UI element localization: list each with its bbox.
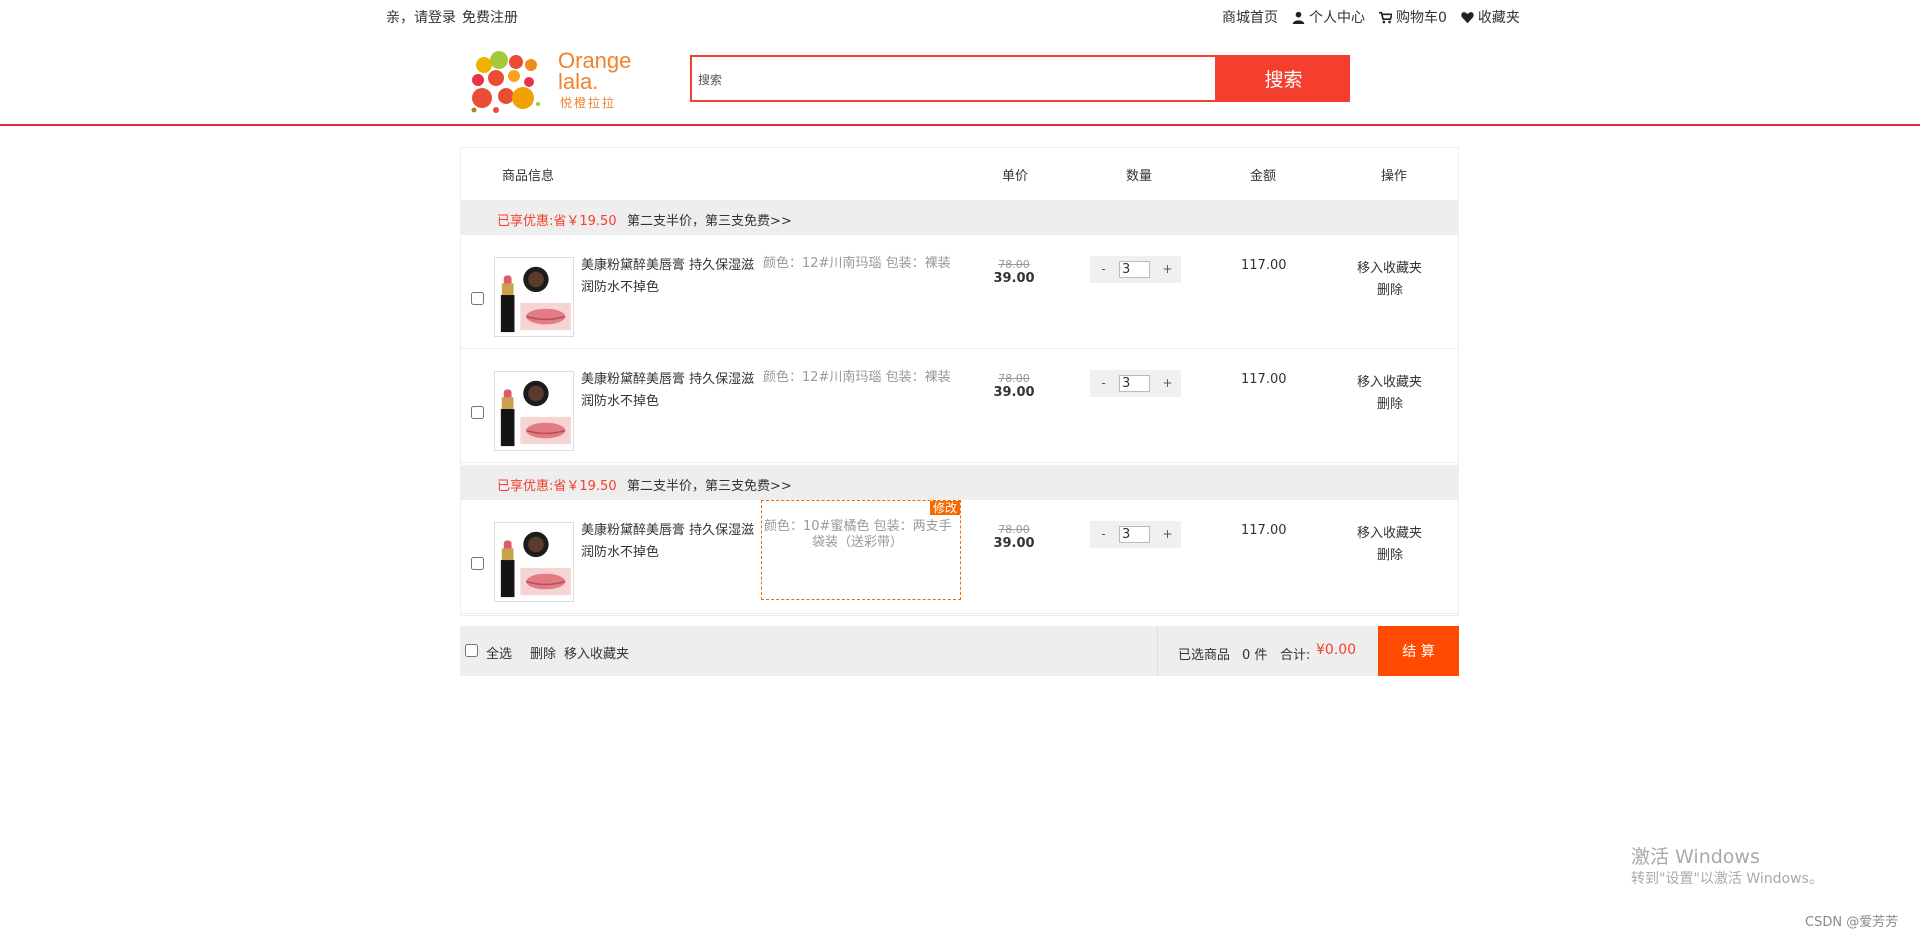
login-link[interactable]: 亲，请登录 — [386, 10, 456, 26]
promo-bar: 已享优惠:省￥19.50 第二支半价，第三支免费>> — [461, 465, 1458, 500]
move-to-favorites-link[interactable]: 移入收藏夹 — [1357, 257, 1422, 276]
select-all-label[interactable]: 全选 — [486, 643, 512, 662]
promo-offer-link[interactable]: 第二支半价，第三支免费>> — [627, 210, 792, 229]
heart-icon — [1461, 11, 1474, 23]
product-thumbnail[interactable] — [494, 522, 574, 602]
product-name-link[interactable]: 美康粉黛醉美唇膏 持久保湿滋润防水不掉色 — [581, 255, 757, 299]
logo-line1: Orange — [558, 48, 632, 73]
quantity-stepper: - 3 + — [1090, 370, 1181, 397]
delete-link[interactable]: 删除 — [1377, 393, 1403, 412]
product-thumbnail[interactable] — [494, 257, 574, 337]
product-name-link[interactable]: 美康粉黛醉美唇膏 持久保湿滋润防水不掉色 — [581, 520, 757, 564]
item-checkbox[interactable] — [471, 292, 484, 305]
unit-price: 39.00 — [993, 536, 1035, 551]
checkout-button[interactable]: 结 算 — [1378, 626, 1459, 676]
login-area: 亲，请登录 免费注册 — [386, 7, 524, 27]
total-amount: ¥0.00 — [1316, 642, 1357, 658]
product-thumbnail[interactable] — [494, 371, 574, 451]
cart-item: 美康粉黛醉美唇膏 持久保湿滋润防水不掉色 颜色：12#川南玛瑙 包装：裸装 78… — [461, 235, 1458, 349]
original-price: 78.00 — [998, 372, 1030, 385]
qty-decrease-button[interactable]: - — [1090, 256, 1117, 283]
cart-column-headers: 商品信息 单价 数量 金额 操作 — [461, 148, 1458, 200]
activation-watermark-title: 激活 Windows — [1631, 846, 1760, 868]
cart-link[interactable]: 购物车0 — [1379, 7, 1447, 27]
unit-price: 39.00 — [993, 385, 1035, 400]
quantity-stepper: - 3 + — [1090, 256, 1181, 283]
qty-increase-button[interactable]: + — [1154, 370, 1181, 397]
bulk-delete-link[interactable]: 删除 — [530, 643, 556, 662]
cart-label: 购物车0 — [1396, 10, 1447, 26]
qty-input[interactable]: 3 — [1119, 375, 1150, 392]
selected-label: 已选商品 — [1178, 648, 1231, 663]
original-price: 78.00 — [998, 523, 1030, 536]
lipstick-image — [500, 266, 572, 333]
logo-subtitle: 悦橙拉拉 — [560, 96, 617, 110]
lipstick-image — [500, 531, 572, 598]
select-all-checkbox[interactable] — [465, 644, 478, 657]
promo-discount: 已享优惠:省￥19.50 — [497, 479, 617, 494]
item-amount: 117.00 — [1241, 523, 1287, 538]
quantity-stepper: - 3 + — [1090, 521, 1181, 548]
promo-bar: 已享优惠:省￥19.50 第二支半价，第三支免费>> — [461, 200, 1458, 235]
search-box — [690, 55, 1217, 102]
selected-count: 0 件 — [1242, 648, 1268, 663]
home-link[interactable]: 商城首页 — [1222, 7, 1278, 27]
item-amount: 117.00 — [1241, 372, 1287, 387]
csdn-credit: CSDN @爱芳芳 — [1805, 915, 1899, 930]
cart-footer: 全选 删除 移入收藏夹 已选商品 0 件 合计: ¥0.00 结 算 — [460, 626, 1459, 676]
spec-edit-box[interactable]: 颜色：10#蜜橘色 包装：两支手 袋装（送彩带） 修改 — [761, 500, 961, 600]
favorites-label: 收藏夹 — [1477, 10, 1520, 26]
item-checkbox[interactable] — [471, 557, 484, 570]
cart-icon — [1379, 11, 1392, 23]
col-amount: 金额 — [1250, 169, 1277, 184]
cart-table: 商品信息 单价 数量 金额 操作 已享优惠:省￥19.50 第二支半价，第三支免… — [460, 147, 1459, 616]
logo-text: Orange lala. — [558, 48, 632, 94]
user-center-label: 个人中心 — [1309, 10, 1365, 26]
favorites-link[interactable]: 收藏夹 — [1461, 7, 1520, 27]
item-checkbox[interactable] — [471, 406, 484, 419]
move-to-favorites-link[interactable]: 移入收藏夹 — [1357, 371, 1422, 390]
promo-offer-link[interactable]: 第二支半价，第三支免费>> — [627, 475, 792, 494]
original-price: 78.00 — [998, 258, 1030, 271]
qty-input[interactable]: 3 — [1119, 526, 1150, 543]
logo-line2: lala. — [558, 69, 599, 94]
total-label: 合计: — [1280, 648, 1311, 663]
product-name-link[interactable]: 美康粉黛醉美唇膏 持久保湿滋润防水不掉色 — [581, 369, 757, 413]
lipstick-image — [500, 380, 572, 447]
search-input[interactable] — [692, 57, 1200, 102]
product-spec: 颜色：12#川南玛瑙 包装：裸装 — [763, 256, 951, 271]
product-spec: 颜色：10#蜜橘色 包装：两支手 袋装（送彩带） — [764, 519, 958, 551]
top-bar: 亲，请登录 免费注册 商城首页 个人中心 购物车0 收藏夹 — [0, 0, 1920, 34]
unit-price: 39.00 — [993, 271, 1035, 286]
home-link-label: 商城首页 — [1222, 10, 1278, 26]
user-center-link[interactable]: 个人中心 — [1292, 7, 1365, 27]
register-link[interactable]: 免费注册 — [462, 10, 518, 26]
user-icon — [1292, 11, 1305, 24]
col-quantity: 数量 — [1126, 169, 1153, 184]
spec-line-1: 颜色：10#蜜橘色 包装：两支手 — [764, 519, 952, 534]
top-links: 商城首页 个人中心 购物车0 收藏夹 — [1222, 7, 1520, 27]
qty-decrease-button[interactable]: - — [1090, 370, 1117, 397]
product-spec: 颜色：12#川南玛瑙 包装：裸装 — [763, 370, 951, 385]
col-info: 商品信息 — [502, 169, 555, 184]
cart-item: 美康粉黛醉美唇膏 持久保湿滋润防水不掉色 颜色：12#川南玛瑙 包装：裸装 78… — [461, 349, 1458, 463]
item-amount: 117.00 — [1241, 258, 1287, 273]
bulk-move-favorites-link[interactable]: 移入收藏夹 — [564, 643, 629, 662]
col-action: 操作 — [1381, 169, 1408, 184]
spec-line-2: 袋装（送彩带） — [812, 535, 904, 550]
edit-spec-button[interactable]: 修改 — [929, 501, 960, 515]
col-price: 单价 — [1002, 169, 1029, 184]
delete-link[interactable]: 删除 — [1377, 279, 1403, 298]
cart-item: 美康粉黛醉美唇膏 持久保湿滋润防水不掉色 颜色：10#蜜橘色 包装：两支手 袋装… — [461, 500, 1458, 614]
qty-input[interactable]: 3 — [1119, 261, 1150, 278]
activation-watermark-subtitle: 转到"设置"以激活 Windows。 — [1631, 871, 1823, 887]
delete-link[interactable]: 删除 — [1377, 544, 1403, 563]
move-to-favorites-link[interactable]: 移入收藏夹 — [1357, 522, 1422, 541]
promo-discount: 已享优惠:省￥19.50 — [497, 214, 617, 229]
qty-increase-button[interactable]: + — [1154, 521, 1181, 548]
qty-increase-button[interactable]: + — [1154, 256, 1181, 283]
search-button[interactable]: 搜索 — [1217, 55, 1350, 102]
header: Orange lala. 悦橙拉拉 搜索 — [0, 34, 1920, 126]
qty-decrease-button[interactable]: - — [1090, 521, 1117, 548]
